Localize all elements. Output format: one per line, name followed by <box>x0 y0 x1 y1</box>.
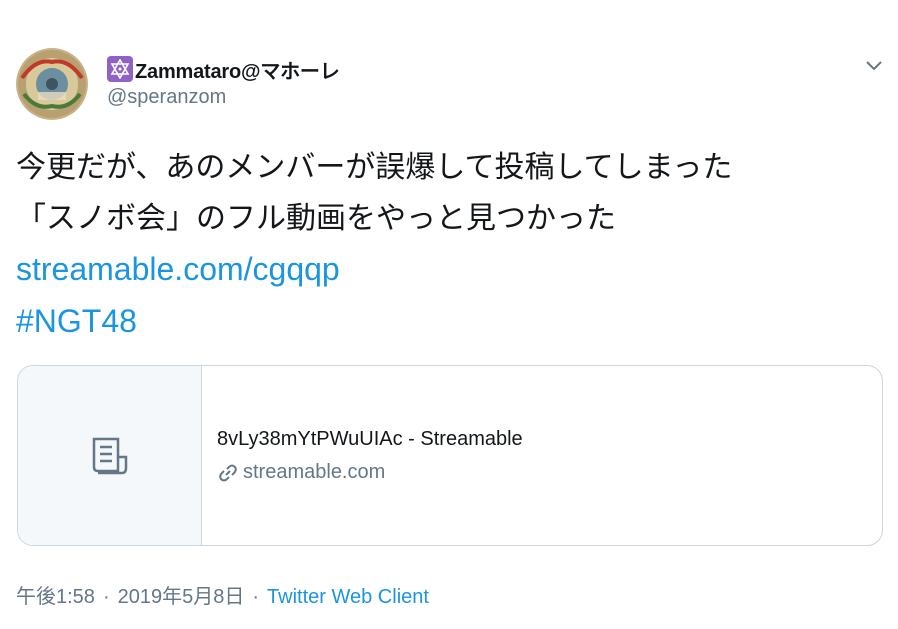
user-name-row[interactable]: Zammataro@マホーレ <box>107 55 340 83</box>
document-icon <box>92 437 127 474</box>
link-icon <box>219 464 237 481</box>
avatar[interactable] <box>16 48 88 120</box>
chevron-down-icon[interactable] <box>862 56 886 76</box>
tweet-link[interactable]: streamable.com/cgqqp <box>16 251 340 287</box>
card-thumbnail <box>18 366 202 545</box>
tweet-time[interactable]: 午後1:58 <box>16 586 95 608</box>
tweet-text-line-1: 今更だが、あのメンバーが誤爆して投稿してしまった <box>16 150 733 185</box>
tweet-text: 今更だが、あのメンバーが誤爆して投稿してしまった 「スノボ会」のフル動画をやっと… <box>16 142 876 348</box>
card-title: 8vLy38mYtPWuUIAc - Streamable <box>217 428 523 450</box>
tweet-date[interactable]: 2019年5月8日 <box>118 586 245 608</box>
meta-separator: · <box>102 586 110 608</box>
card-domain-text: streamable.com <box>243 461 386 483</box>
tweet-client-link[interactable]: Twitter Web Client <box>267 586 429 608</box>
display-name: Zammataro@マホーレ <box>135 60 340 83</box>
card-body: 8vLy38mYtPWuUIAc - Streamable streamable… <box>202 366 523 545</box>
card-domain: streamable.com <box>217 461 523 484</box>
tweet-text-line-2: 「スノボ会」のフル動画をやっと見つかった <box>16 201 616 236</box>
user-handle: @speranzom <box>107 86 227 108</box>
meta-separator: · <box>252 586 260 608</box>
link-card[interactable]: 8vLy38mYtPWuUIAc - Streamable streamable… <box>17 365 883 546</box>
tweet-meta: 午後1:58 · 2019年5月8日 · Twitter Web Client <box>16 580 429 609</box>
hashtag-link[interactable]: #NGT48 <box>16 303 137 339</box>
six-pointed-star-icon <box>107 56 133 82</box>
